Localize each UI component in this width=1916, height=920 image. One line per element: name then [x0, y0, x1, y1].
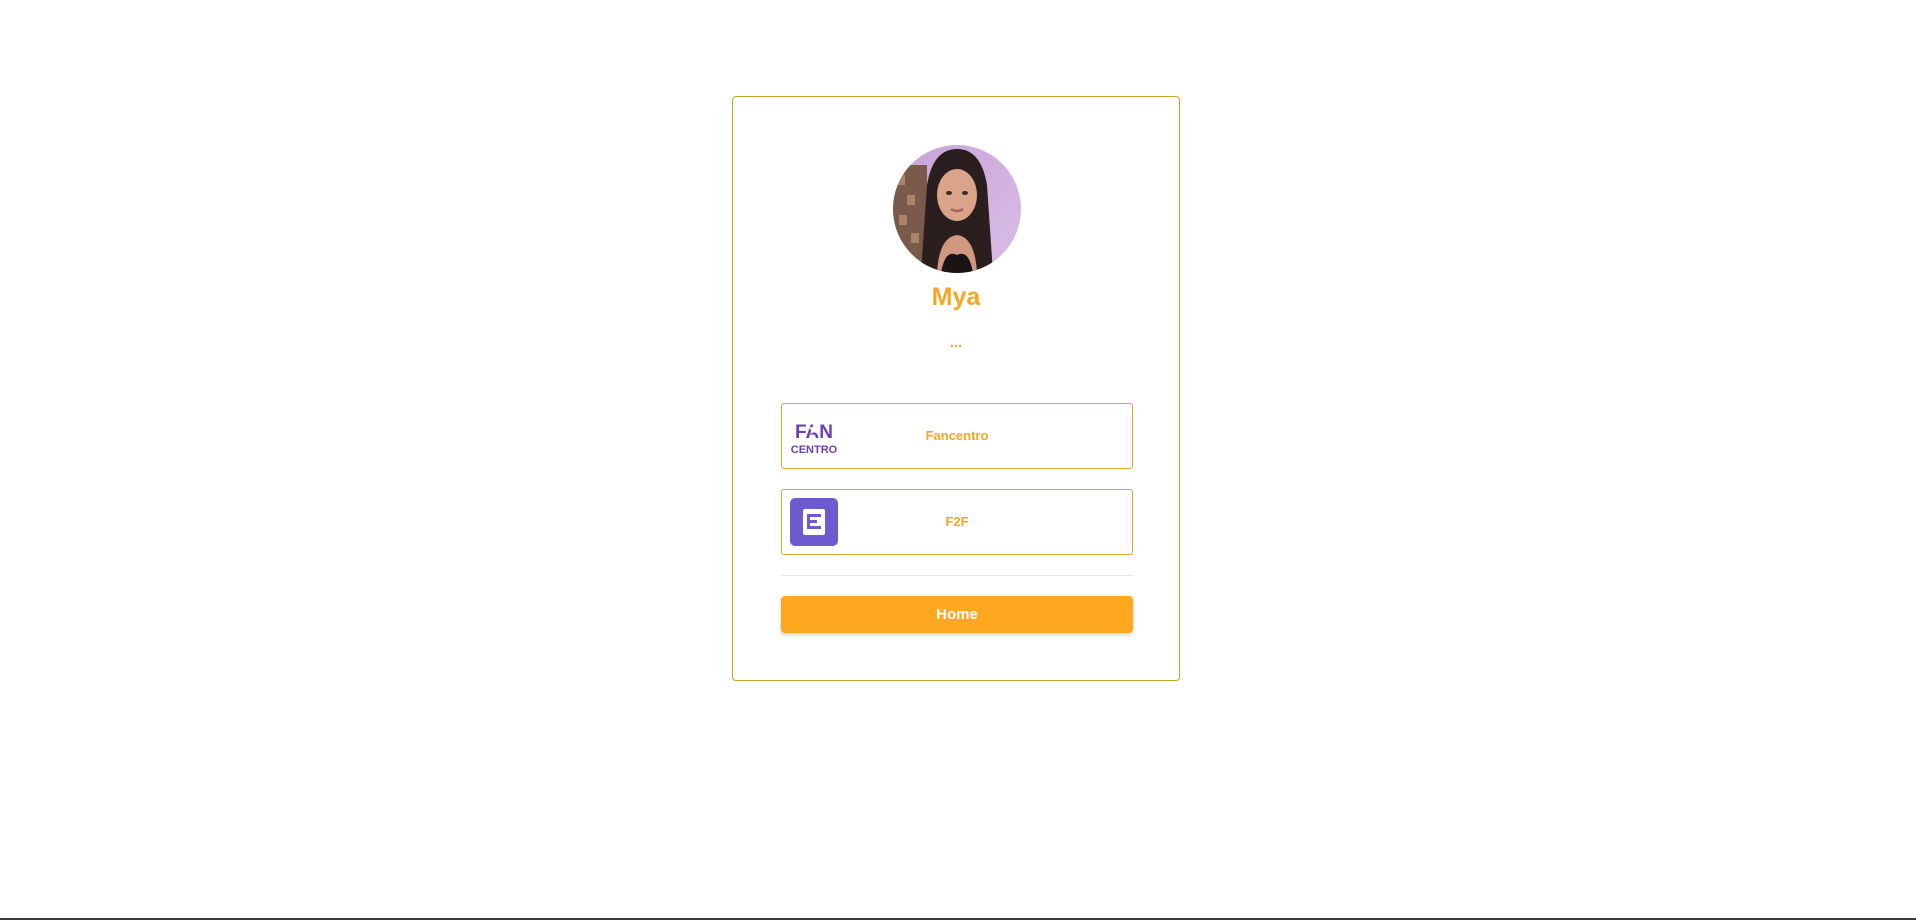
f2f-link-label: F2F: [945, 514, 969, 529]
divider: [781, 575, 1133, 576]
fancentro-link-button[interactable]: FAN CENTRO Fancentro: [781, 403, 1133, 469]
profile-name: Mya: [931, 283, 981, 311]
page: Mya ... FAN CENTRO Fancentro F2F Home: [0, 0, 1916, 920]
profile-card: Mya ... FAN CENTRO Fancentro F2F Home: [732, 96, 1180, 681]
home-button[interactable]: Home: [781, 596, 1133, 633]
avatar: [893, 145, 1021, 273]
profile-bio: ...: [949, 334, 963, 351]
fancentro-link-label: Fancentro: [925, 428, 989, 443]
avatar-photo: [893, 145, 1021, 273]
f2f-link-button[interactable]: F2F: [781, 489, 1133, 555]
